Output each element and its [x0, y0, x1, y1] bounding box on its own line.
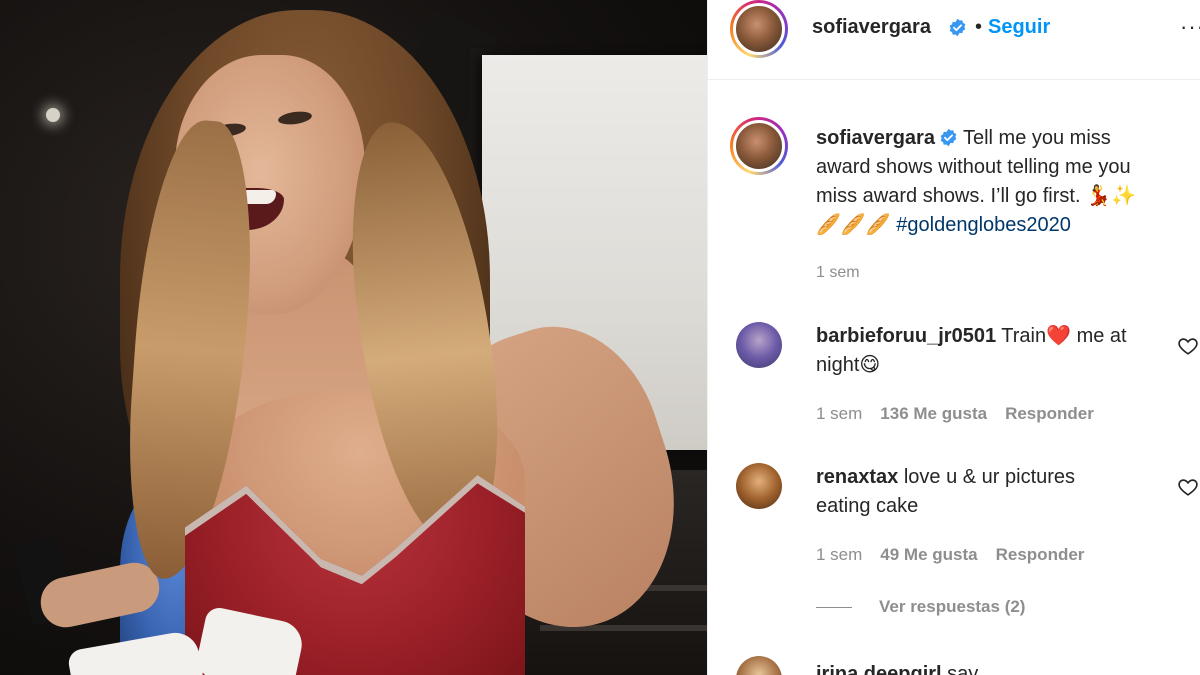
caption-text-line-3: miss award shows. I’ll go first. 💃✨ — [816, 185, 1136, 207]
view-replies-button[interactable]: Ver respuestas (2) — [879, 597, 1025, 617]
header-separator: • — [975, 16, 983, 38]
commenter-avatar[interactable] — [736, 656, 782, 675]
author-avatar[interactable] — [730, 0, 788, 58]
replies-divider — [816, 607, 852, 608]
comment-text: love u & ur pictures — [903, 466, 1076, 488]
author-username[interactable]: sofiavergara — [812, 16, 931, 39]
commenter-username[interactable]: renaxtax — [816, 466, 898, 488]
author-avatar-image — [733, 3, 785, 55]
follow-button[interactable]: Seguir — [988, 16, 1050, 39]
comment-body: irina.deepgirl say — [816, 660, 1156, 675]
caption-username[interactable]: sofiavergara — [816, 127, 935, 149]
comment-line-1: barbieforuu_jr0501 Train❤️ me at — [816, 322, 1156, 351]
post-sidebar: sofiavergara • Seguir ··· sofiavergara Te… — [707, 0, 1200, 675]
caption-text-line-1: Tell me you miss — [962, 127, 1111, 149]
verified-badge-icon — [949, 18, 966, 37]
comment-text: me at — [1076, 325, 1127, 347]
post-header: sofiavergara • Seguir ··· — [708, 0, 1200, 80]
stage-light — [46, 108, 60, 122]
post-caption: sofiavergara Tell me you miss award shows… — [816, 124, 1196, 240]
caption-emojis: 🥖🥖🥖 — [816, 214, 891, 236]
comment-text: say — [947, 663, 979, 675]
comment-line-1: renaxtax love u & ur pictures — [816, 463, 1156, 492]
caption-timestamp[interactable]: 1 sem — [816, 264, 860, 282]
caption-text-line-2: award shows without telling me you — [816, 156, 1131, 178]
reply-button[interactable]: Responder — [996, 545, 1085, 564]
caption-line-4: 🥖🥖🥖 #goldenglobes2020 — [816, 211, 1196, 240]
caption-author-avatar-image — [733, 120, 785, 172]
heart-emoji: ❤️ — [1046, 325, 1072, 347]
caption-line-1: sofiavergara Tell me you miss — [816, 124, 1196, 153]
heart-outline-icon[interactable] — [1177, 335, 1199, 357]
comment-likes[interactable]: 136 Me gusta — [880, 404, 987, 423]
commenter-avatar[interactable] — [736, 322, 782, 368]
comment-timestamp[interactable]: 1 sem — [816, 545, 862, 564]
caption-author-avatar[interactable] — [730, 117, 788, 175]
comment-line-2: eating cake — [816, 495, 919, 517]
reply-button[interactable]: Responder — [1005, 404, 1094, 423]
hashtag-link[interactable]: #goldenglobes2020 — [896, 214, 1071, 236]
commenter-username[interactable]: irina.deepgirl — [816, 663, 942, 675]
comment-text: Train — [1001, 325, 1047, 347]
post-photo[interactable] — [0, 0, 707, 675]
comment-body: barbieforuu_jr0501 Train❤️ me at night😋 — [816, 322, 1156, 380]
verified-badge-icon — [940, 128, 957, 147]
heart-outline-icon[interactable] — [1177, 476, 1199, 498]
more-options-icon[interactable]: ··· — [1180, 14, 1200, 40]
comment-line-2: night😋 — [816, 354, 881, 376]
commenter-avatar[interactable] — [736, 463, 782, 509]
comment-actions: 1 sem 136 Me gusta Responder — [816, 404, 1112, 424]
comment-body: renaxtax love u & ur pictures eating cak… — [816, 463, 1156, 521]
comment-timestamp[interactable]: 1 sem — [816, 404, 862, 423]
comment-actions: 1 sem 49 Me gusta Responder — [816, 545, 1102, 565]
commenter-username[interactable]: barbieforuu_jr0501 — [816, 325, 996, 347]
comment-likes[interactable]: 49 Me gusta — [880, 545, 977, 564]
